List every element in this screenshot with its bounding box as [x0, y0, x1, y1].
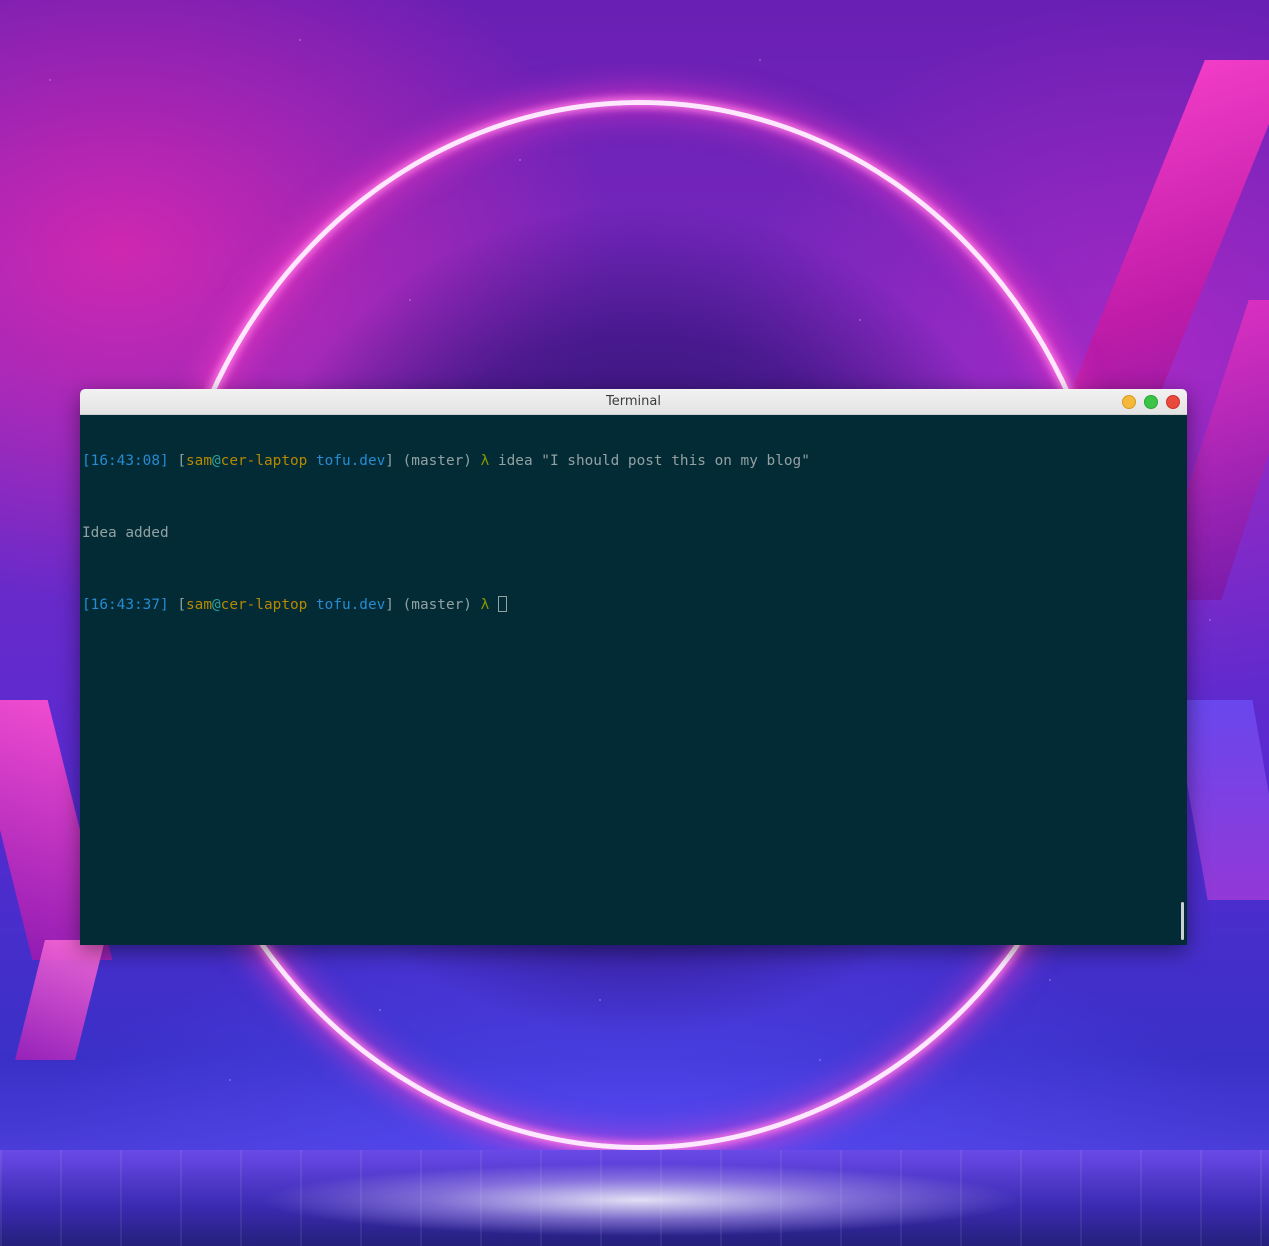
prompt-at: @ [212, 453, 221, 469]
wallpaper-floor [0, 1150, 1269, 1246]
prompt-time: 16:43:37 [90, 597, 160, 613]
prompt-user: sam [186, 597, 212, 613]
lambda-icon: λ [480, 597, 490, 613]
close-icon[interactable] [1166, 395, 1180, 409]
title-bar[interactable]: Terminal [80, 389, 1187, 415]
output-line: Idea added [82, 525, 169, 541]
prompt-line: [16:43:37] [sam@cer-laptop tofu.dev] (ma… [82, 596, 1187, 614]
prompt-branch: (master) [402, 597, 472, 613]
terminal-output[interactable]: [16:43:08] [sam@cer-laptop tofu.dev] (ma… [80, 415, 1187, 945]
prompt-at: @ [212, 597, 221, 613]
command-text: idea "I should post this on my blog" [497, 453, 810, 469]
scrollbar[interactable] [1181, 902, 1184, 940]
text-cursor[interactable] [497, 596, 507, 612]
lambda-icon: λ [480, 453, 490, 469]
window-controls [1122, 395, 1180, 409]
prompt-host: cer-laptop [220, 453, 308, 469]
prompt-user: sam [186, 453, 212, 469]
prompt-time: 16:43:08 [90, 453, 160, 469]
window-title: Terminal [606, 394, 661, 409]
maximize-icon[interactable] [1144, 395, 1158, 409]
prompt-host: cer-laptop [220, 597, 308, 613]
prompt-dir: tofu.dev [315, 597, 386, 613]
minimize-icon[interactable] [1122, 395, 1136, 409]
prompt-line: [16:43:08] [sam@cer-laptop tofu.dev] (ma… [82, 453, 810, 469]
prompt-branch: (master) [402, 453, 472, 469]
prompt-dir: tofu.dev [315, 453, 386, 469]
terminal-window[interactable]: Terminal [16:43:08] [sam@cer-laptop tofu… [80, 389, 1187, 945]
